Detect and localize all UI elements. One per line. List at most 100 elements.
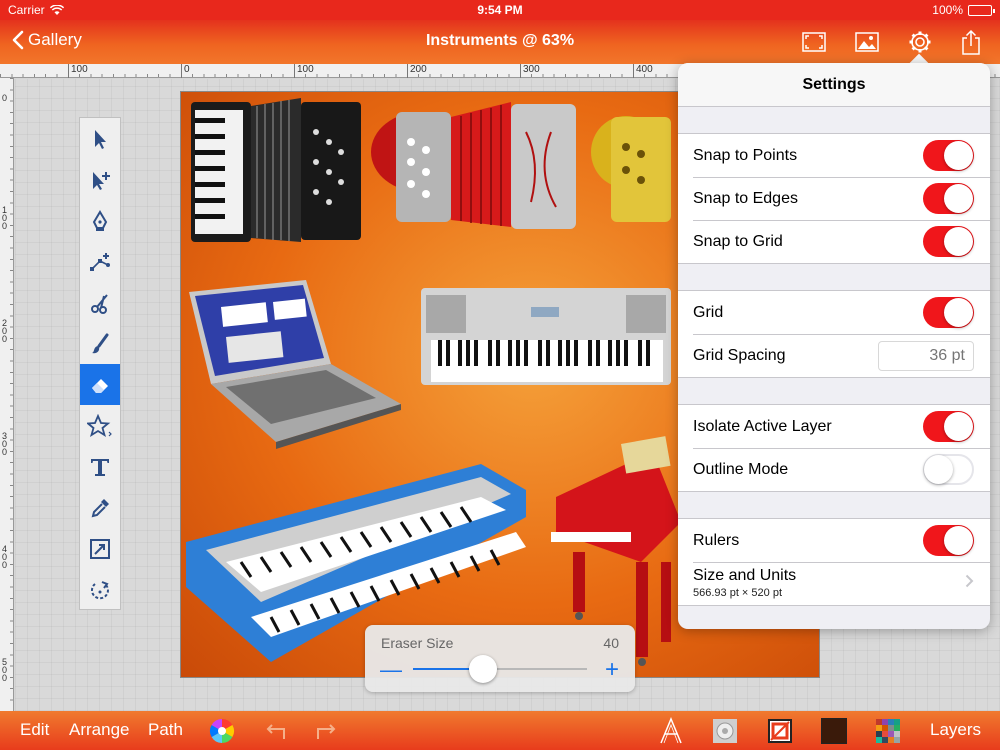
- ruler-left-label: 200: [2, 318, 8, 344]
- text-style-button[interactable]: [657, 717, 685, 745]
- star-icon: [87, 413, 112, 437]
- snap-grid-toggle[interactable]: [923, 226, 974, 257]
- tool-pen[interactable]: [80, 200, 120, 241]
- size-units-row[interactable]: Size and Units 566.93 pt × 520 pt: [678, 562, 990, 605]
- rulers-section: Rulers Size and Units 566.93 pt × 520 pt: [678, 518, 990, 606]
- color-picker-button[interactable]: [208, 717, 236, 745]
- accordion-gold-image[interactable]: [591, 116, 671, 222]
- arrange-menu-button[interactable]: Arrange: [69, 720, 129, 740]
- status-bar: Carrier 9:54 PM 100%: [0, 0, 1000, 20]
- battery-group: 100%: [932, 3, 995, 17]
- swatches-button[interactable]: [874, 717, 902, 745]
- ruler-left-label: 0: [2, 93, 8, 103]
- snap-points-toggle[interactable]: [923, 140, 974, 171]
- insert-image-button[interactable]: [854, 29, 880, 55]
- grid-spacing-row: Grid Spacing: [678, 334, 990, 377]
- gallery-back-button[interactable]: Gallery: [12, 30, 82, 50]
- accordion-red-image[interactable]: [371, 102, 576, 229]
- chevron-right-icon: [965, 574, 974, 588]
- image-icon: [855, 32, 879, 52]
- pen-nib-icon: [92, 209, 108, 231]
- fill-color-swatch: [821, 718, 847, 744]
- eyedropper-icon: [91, 498, 109, 517]
- ruler-left[interactable]: 0 100 200 300 400 500: [0, 78, 14, 711]
- snap-edges-row: Snap to Edges: [678, 177, 990, 220]
- undo-button[interactable]: [262, 717, 290, 745]
- tool-scale[interactable]: [80, 528, 120, 569]
- snap-grid-row: Snap to Grid: [678, 220, 990, 263]
- grid-toggle[interactable]: [923, 297, 974, 328]
- chevron-left-icon: [12, 30, 24, 50]
- edit-menu-button[interactable]: Edit: [20, 720, 49, 740]
- tool-rotate[interactable]: [80, 569, 120, 610]
- synthesizer-image[interactable]: [421, 288, 671, 385]
- tool-node-edit[interactable]: [80, 241, 120, 282]
- tool-direct-select[interactable]: [80, 159, 120, 200]
- snap-points-row: Snap to Points: [678, 134, 990, 177]
- grid-spacing-input[interactable]: [878, 341, 974, 371]
- settings-button[interactable]: [907, 29, 933, 55]
- settings-popover: Settings Snap to Points Snap to Edges Sn…: [678, 63, 990, 629]
- rulers-toggle[interactable]: [923, 525, 974, 556]
- top-navbar: Gallery Instruments @ 63%: [0, 20, 1000, 64]
- toolbox: [79, 117, 121, 610]
- stroke-style-button[interactable]: [766, 717, 794, 745]
- text-tool-icon: [91, 458, 109, 476]
- settings-title: Settings: [678, 63, 990, 107]
- layer-mode-section: Isolate Active Layer Outline Mode: [678, 404, 990, 492]
- isolate-layer-row: Isolate Active Layer: [678, 405, 990, 448]
- scale-icon: [90, 538, 110, 559]
- stroke-square-icon: [768, 719, 792, 743]
- snap-edges-toggle[interactable]: [923, 183, 974, 214]
- fill-color-button[interactable]: [820, 717, 848, 745]
- redo-button[interactable]: [312, 717, 340, 745]
- bezier-node-icon: [90, 252, 110, 271]
- tool-shapes[interactable]: [80, 405, 120, 446]
- fill-pattern-button[interactable]: [711, 717, 739, 745]
- accordion-black-image[interactable]: [191, 98, 361, 242]
- grid-row: Grid: [678, 291, 990, 334]
- ruler-top-label: 0: [181, 64, 190, 78]
- tool-eyedropper[interactable]: [80, 487, 120, 528]
- eraser-size-value: 40: [603, 635, 619, 651]
- tool-eraser[interactable]: [80, 364, 120, 405]
- tool-select[interactable]: [80, 118, 120, 159]
- snap-section: Snap to Points Snap to Edges Snap to Gri…: [678, 133, 990, 264]
- isolate-layer-toggle[interactable]: [923, 411, 974, 442]
- size-units-label: Size and Units: [693, 567, 797, 584]
- eraser-size-increase-button[interactable]: +: [605, 656, 619, 684]
- eraser-size-decrease-button[interactable]: —: [380, 657, 402, 683]
- path-menu-button[interactable]: Path: [148, 720, 183, 740]
- rotate-icon: [90, 580, 109, 599]
- eraser-size-slider[interactable]: [413, 655, 587, 683]
- eraser-size-label: Eraser Size: [381, 635, 454, 651]
- arrow-pointer-icon: [95, 129, 106, 149]
- layers-button[interactable]: Layers: [930, 720, 981, 740]
- tool-scissors[interactable]: [80, 282, 120, 323]
- ruler-top-label: 300: [520, 64, 540, 78]
- carrier-group: Carrier: [8, 3, 64, 17]
- ruler-left-label: 300: [2, 431, 8, 457]
- undo-icon: [266, 724, 285, 739]
- redo-icon: [317, 724, 336, 739]
- carrier-label: Carrier: [8, 3, 45, 17]
- size-units-value: 566.93 pt × 520 pt: [693, 587, 782, 599]
- arrow-plus-icon: [93, 171, 110, 190]
- wifi-icon: [49, 4, 64, 15]
- fill-pattern-icon: [713, 719, 737, 743]
- paintbrush-icon: [92, 333, 109, 353]
- eraser-icon: [92, 378, 108, 393]
- eraser-size-panel: Eraser Size 40 — +: [365, 625, 635, 692]
- share-icon: [962, 29, 980, 55]
- ruler-top-label: 100: [68, 64, 88, 78]
- fit-screen-button[interactable]: [801, 29, 827, 55]
- share-button[interactable]: [958, 29, 984, 55]
- gear-icon: [909, 31, 931, 53]
- outline-mode-toggle[interactable]: [923, 454, 974, 485]
- letter-a-icon: [660, 717, 682, 744]
- laptop-image[interactable]: [189, 280, 401, 449]
- tool-brush[interactable]: [80, 323, 120, 364]
- tool-text[interactable]: [80, 446, 120, 487]
- eraser-slider-thumb[interactable]: [468, 655, 497, 683]
- battery-percent: 100%: [932, 3, 963, 17]
